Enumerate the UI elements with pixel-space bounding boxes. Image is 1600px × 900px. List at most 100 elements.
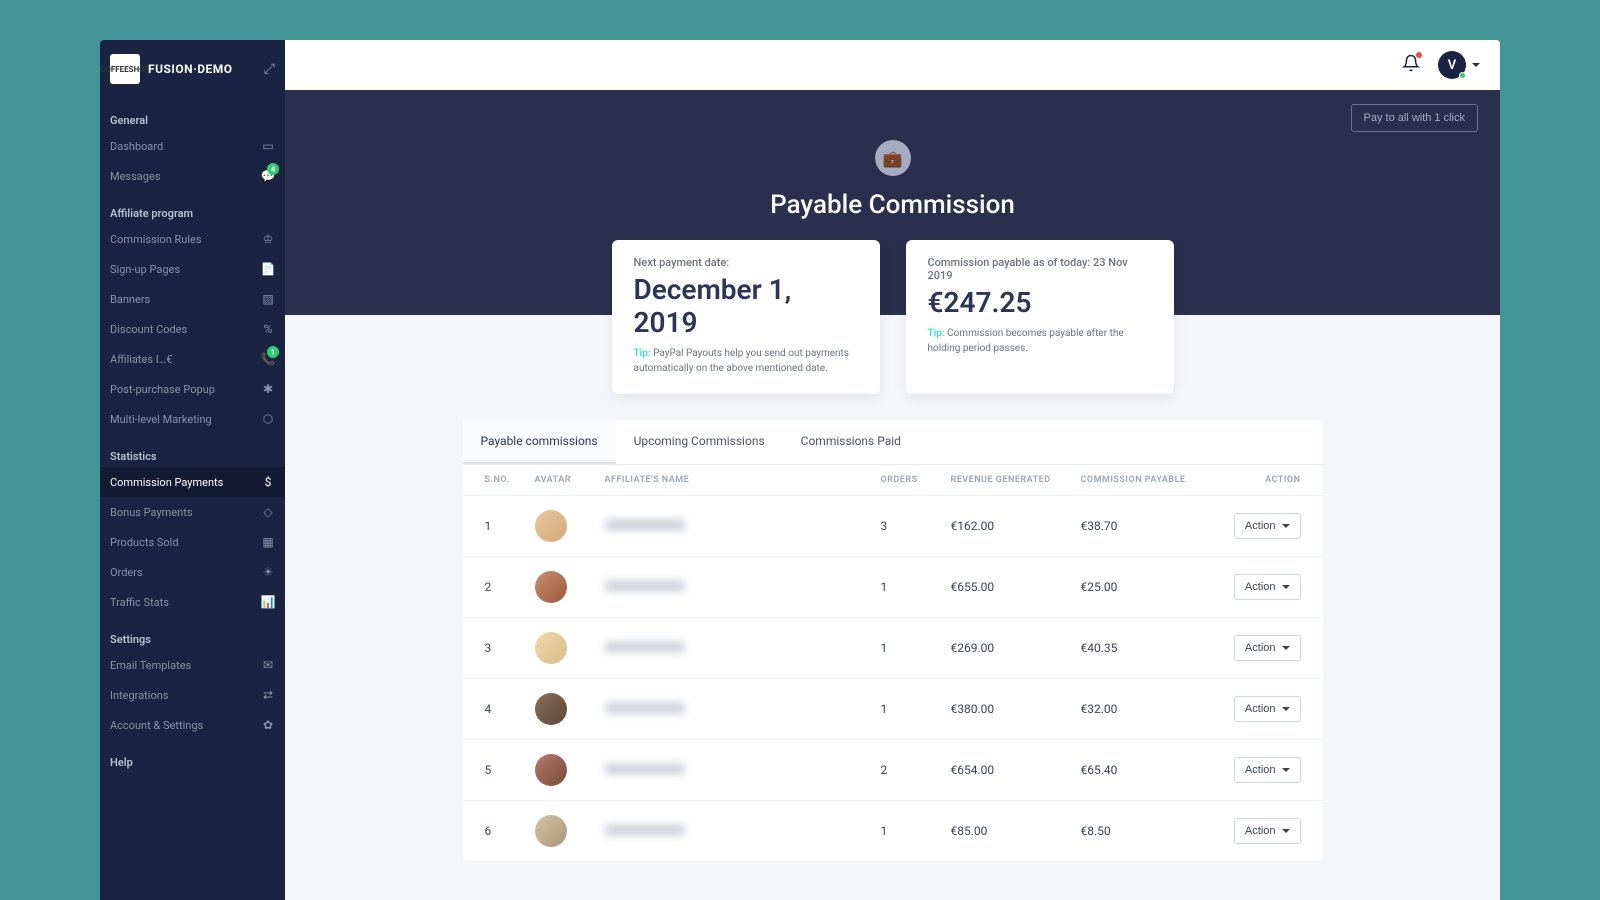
sidebar-item-label: Multi-level Marketing — [110, 413, 212, 426]
sidebar-item-commission-rules[interactable]: Commission Rules ♔ — [100, 224, 285, 254]
payable-card: Commission payable as of today: 23 Nov 2… — [906, 240, 1174, 394]
action-button[interactable]: Action — [1234, 696, 1301, 722]
pay-all-button[interactable]: Pay to all with 1 click — [1351, 104, 1478, 132]
affiliate-name-redacted — [605, 580, 685, 592]
sidebar-item-label: Commission Rules — [110, 233, 202, 246]
card-label: Commission payable as of today: 23 Nov 2… — [928, 256, 1152, 282]
sidebar-item-email-templates[interactable]: Email Templates ✉ — [100, 650, 285, 680]
sidebar-collapse-icon[interactable]: ⤢ — [264, 61, 275, 77]
sidebar-item-label: Traffic Stats — [110, 596, 169, 609]
cell-sno: 1 — [485, 519, 535, 533]
sidebar-item-post-purchase[interactable]: Post-purchase Popup ✱ — [100, 374, 285, 404]
sidebar-item-label: Dashboard — [110, 140, 163, 153]
cell-orders: 3 — [881, 519, 951, 533]
action-button[interactable]: Action — [1234, 513, 1301, 539]
sidebar-item-label: Discount Codes — [110, 323, 187, 336]
cell-orders: 1 — [881, 580, 951, 594]
sidebar-item-orders[interactable]: Orders ☀ — [100, 557, 285, 587]
sidebar-item-label: Messages — [110, 170, 160, 183]
payable-amount: €247.25 — [928, 286, 1152, 319]
cell-sno: 5 — [485, 763, 535, 777]
chevron-down-icon — [1282, 524, 1290, 528]
th-action: ACTION — [1221, 475, 1301, 485]
cell-sno: 2 — [485, 580, 535, 594]
th-revenue: REVENUE GENERATED — [951, 475, 1081, 485]
cell-commission: €8.50 — [1081, 824, 1221, 838]
commission-icon: 💼 — [875, 140, 911, 176]
section-statistics: Statistics — [100, 440, 285, 467]
sidebar-item-label: Post-purchase Popup — [110, 383, 215, 396]
action-button[interactable]: Action — [1234, 635, 1301, 661]
section-general: General — [100, 104, 285, 131]
sidebar-item-account-settings[interactable]: Account & Settings ✿ — [100, 710, 285, 740]
topbar: V — [285, 40, 1500, 90]
chevron-down-icon — [1282, 768, 1290, 772]
sidebar-item-traffic[interactable]: Traffic Stats 📊 — [100, 587, 285, 617]
table-row: 5 2 €654.00 €65.40 Action — [463, 740, 1323, 801]
orders-icon: ☀ — [261, 565, 275, 579]
sidebar-item-commission-payments[interactable]: Commission Payments $ — [100, 467, 285, 497]
user-menu[interactable]: V — [1438, 51, 1480, 79]
sidebar-item-signup-pages[interactable]: Sign-up Pages 📄 — [100, 254, 285, 284]
sidebar-item-label: Account & Settings — [110, 719, 203, 732]
cell-sno: 3 — [485, 641, 535, 655]
sidebar-item-products-sold[interactable]: Products Sold ▦ — [100, 527, 285, 557]
affiliate-avatar — [535, 754, 567, 786]
tab-upcoming[interactable]: Upcoming Commissions — [616, 420, 783, 464]
integrations-icon: ⇄ — [261, 688, 275, 702]
affiliate-name-redacted — [605, 824, 685, 836]
th-orders: ORDERS — [881, 475, 951, 485]
action-button[interactable]: Action — [1234, 574, 1301, 600]
cell-orders: 1 — [881, 641, 951, 655]
tab-payable[interactable]: Payable commissions — [463, 420, 616, 464]
dashboard-icon: ▭ — [261, 139, 275, 153]
sidebar-item-label: Bonus Payments — [110, 506, 193, 519]
notifications-button[interactable] — [1402, 54, 1420, 77]
th-commission: COMMISSION PAYABLE — [1081, 475, 1221, 485]
affiliate-avatar — [535, 510, 567, 542]
table-row: 4 1 €380.00 €32.00 Action — [463, 679, 1323, 740]
sidebar-item-discount-codes[interactable]: Discount Codes % — [100, 314, 285, 344]
sidebar-item-label: Integrations — [110, 689, 168, 702]
bonus-icon: ◇ — [261, 505, 275, 519]
chevron-down-icon — [1282, 646, 1290, 650]
cell-revenue: €380.00 — [951, 702, 1081, 716]
action-button[interactable]: Action — [1234, 757, 1301, 783]
sidebar-item-dashboard[interactable]: Dashboard ▭ — [100, 131, 285, 161]
sidebar-item-label: Affiliates I…€ — [110, 353, 172, 366]
cell-orders: 2 — [881, 763, 951, 777]
gear-icon: ✿ — [261, 718, 275, 732]
card-label: Next payment date: — [634, 256, 858, 269]
page-title: Payable Commission — [325, 190, 1460, 220]
app-name: FUSION·DEMO — [148, 62, 233, 76]
th-sno: S.NO. — [485, 475, 535, 485]
mlm-icon: ⬡ — [261, 412, 275, 426]
cell-commission: €25.00 — [1081, 580, 1221, 594]
next-payment-card: Next payment date: December 1, 2019 Tip:… — [612, 240, 880, 394]
affiliate-avatar — [535, 693, 567, 725]
notification-dot-icon — [1416, 52, 1422, 58]
dollar-icon: $ — [261, 475, 275, 489]
affiliates-badge: 1 — [267, 346, 279, 358]
th-avatar: AVATAR — [535, 475, 605, 485]
action-button[interactable]: Action — [1234, 818, 1301, 844]
cell-sno: 6 — [485, 824, 535, 838]
sidebar-item-messages[interactable]: Messages 💬 4 — [100, 161, 285, 191]
sidebar-item-affiliates[interactable]: Affiliates I…€ 📞 1 — [100, 344, 285, 374]
page-icon: 📄 — [261, 262, 275, 276]
sidebar-item-integrations[interactable]: Integrations ⇄ — [100, 680, 285, 710]
cell-revenue: €162.00 — [951, 519, 1081, 533]
tab-paid[interactable]: Commissions Paid — [783, 420, 919, 464]
percent-icon: % — [261, 322, 275, 336]
table-card: Payable commissions Upcoming Commissions… — [463, 420, 1323, 862]
sidebar-item-bonus-payments[interactable]: Bonus Payments ◇ — [100, 497, 285, 527]
table-row: 2 1 €655.00 €25.00 Action — [463, 557, 1323, 618]
sidebar-item-banners[interactable]: Banners ▨ — [100, 284, 285, 314]
sidebar-item-mlm[interactable]: Multi-level Marketing ⬡ — [100, 404, 285, 434]
affiliate-avatar — [535, 632, 567, 664]
sidebar: COFFEESHOP FUSION·DEMO ⤢ General Dashboa… — [100, 40, 285, 900]
sidebar-item-label: Products Sold — [110, 536, 179, 549]
sidebar-header: COFFEESHOP FUSION·DEMO ⤢ — [100, 40, 285, 98]
content-area: Payable commissions Upcoming Commissions… — [285, 394, 1500, 900]
cell-sno: 4 — [485, 702, 535, 716]
